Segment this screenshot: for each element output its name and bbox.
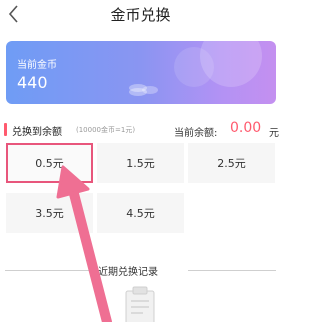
coin-balance-card: 当前金币 440 bbox=[6, 41, 276, 104]
option-2-5[interactable]: 2.5元 bbox=[188, 143, 275, 183]
exchange-header: 兑换到余额 (10000金币=1元) 当前余额: 0.00 元 bbox=[0, 120, 281, 140]
decorative-bubble bbox=[174, 47, 214, 87]
option-4-5[interactable]: 4.5元 bbox=[97, 193, 184, 233]
divider bbox=[5, 270, 95, 271]
balance-label: 当前余额: bbox=[174, 128, 218, 139]
coin-balance-value: 440 bbox=[17, 73, 48, 92]
balance-value: 0.00 bbox=[230, 120, 262, 136]
option-0-5[interactable]: 0.5元 bbox=[6, 143, 93, 183]
top-bar: 金币兑换 bbox=[0, 0, 281, 30]
section-accent-bar bbox=[4, 123, 7, 136]
exchange-options-grid: 0.5元 1.5元 2.5元 3.5元 4.5元 bbox=[0, 143, 281, 233]
option-3-5[interactable]: 3.5元 bbox=[6, 193, 93, 233]
coin-balance-label: 当前金币 bbox=[17, 60, 57, 71]
option-1-5[interactable]: 1.5元 bbox=[97, 143, 184, 183]
exchange-rate: (10000金币=1元) bbox=[76, 126, 136, 134]
page-title: 金币兑换 bbox=[110, 6, 171, 24]
balance-unit: 元 bbox=[269, 128, 279, 139]
records-title: 近期兑换记录 bbox=[98, 267, 158, 278]
divider bbox=[188, 270, 276, 271]
empty-records-icon bbox=[125, 286, 155, 322]
exchange-label: 兑换到余额 bbox=[12, 127, 62, 138]
coins-icon bbox=[129, 84, 158, 96]
